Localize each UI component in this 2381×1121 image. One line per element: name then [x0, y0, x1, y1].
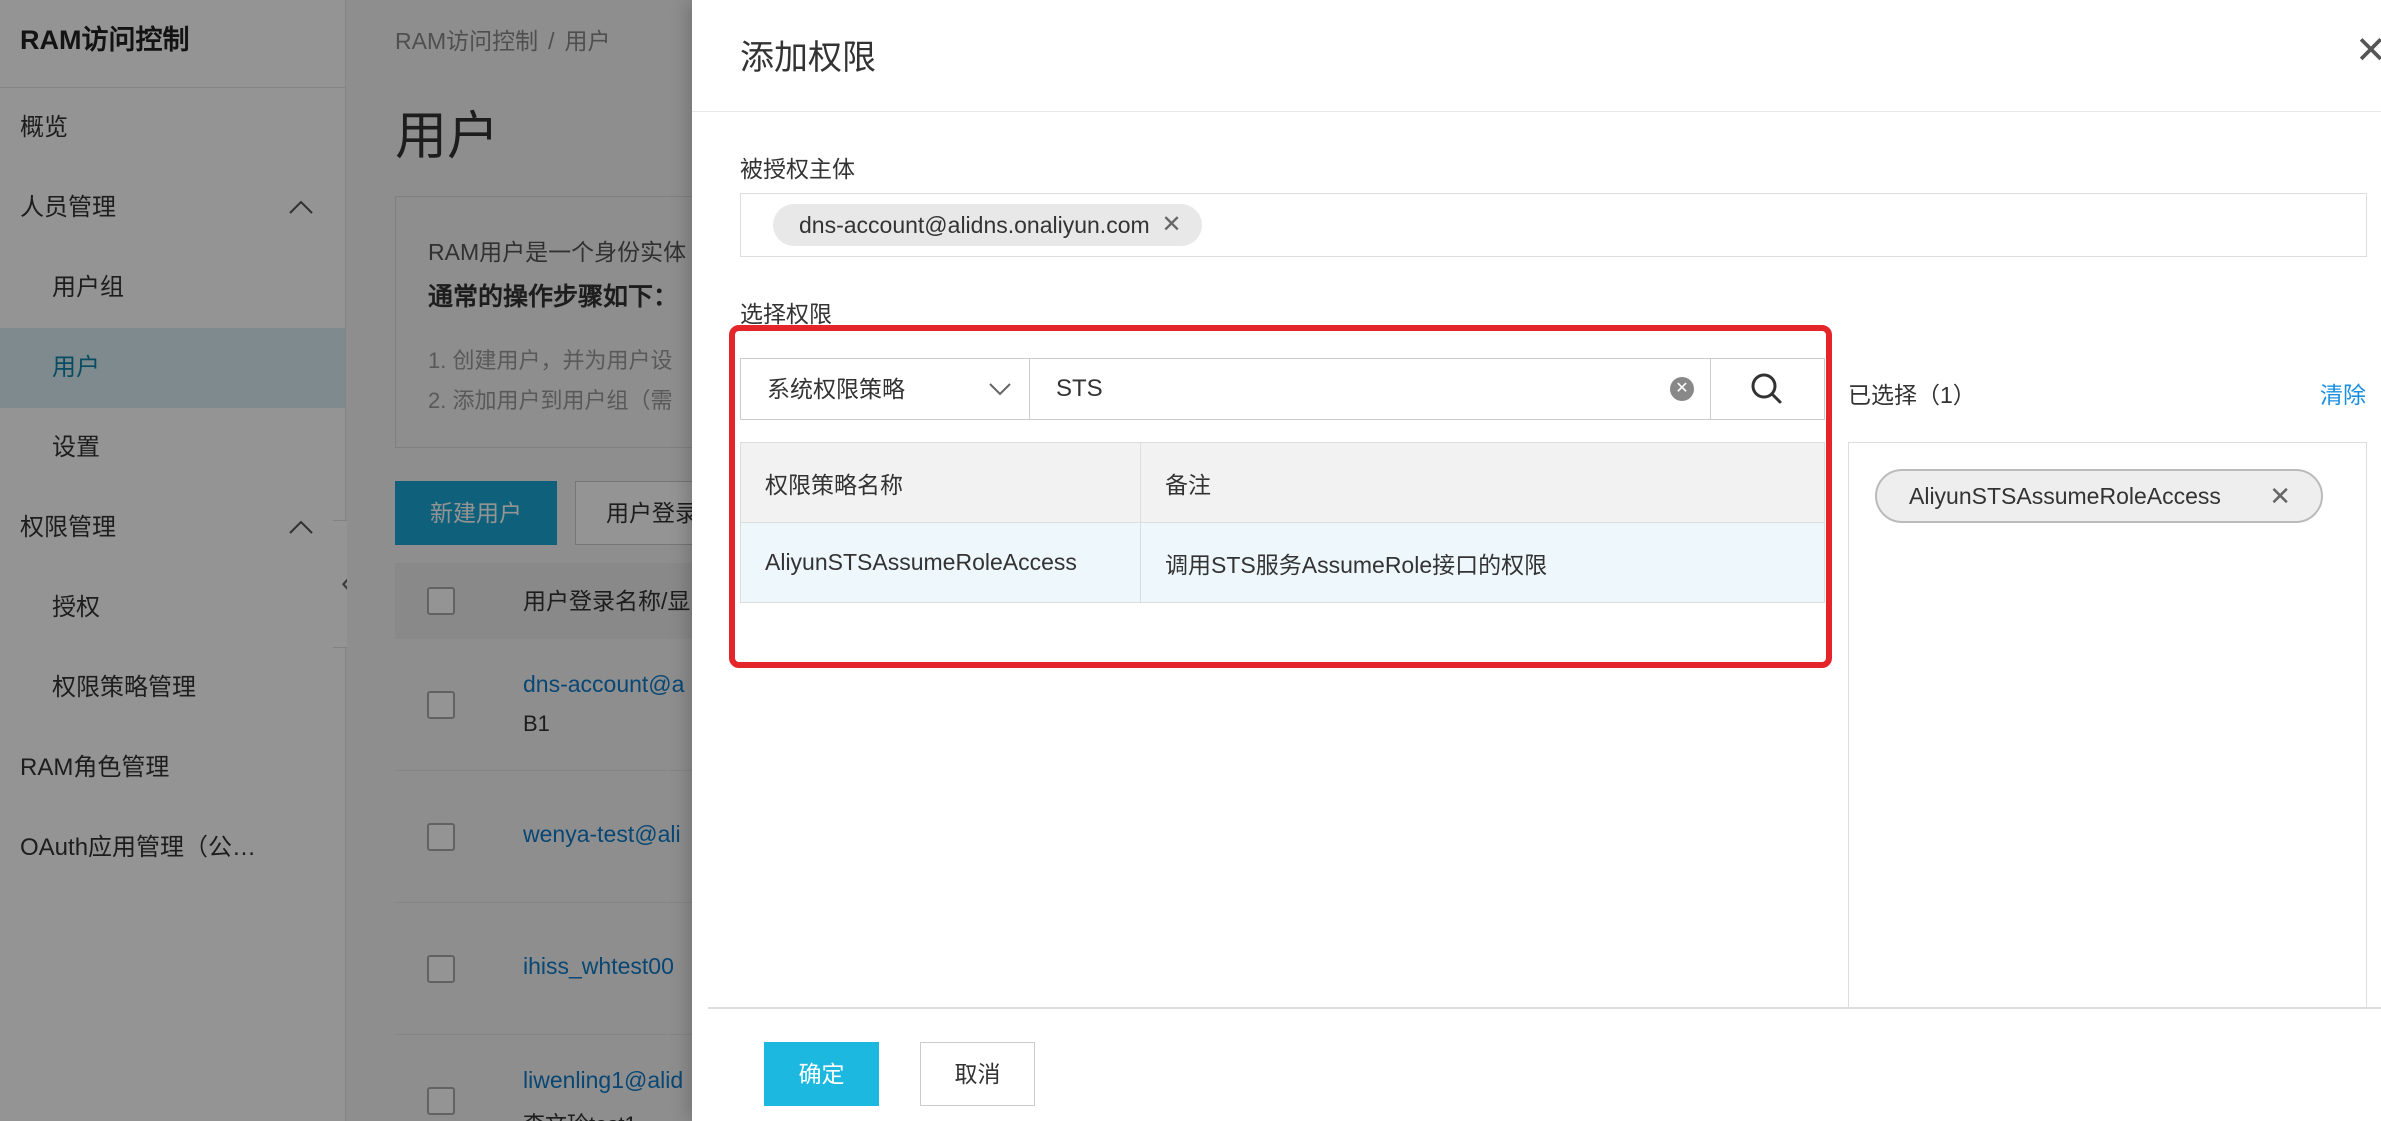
- clear-selected-link[interactable]: 清除: [2320, 376, 2366, 410]
- policy-table-header-row: 权限策略名称 备注: [740, 442, 1825, 523]
- policy-name-cell[interactable]: AliyunSTSAssumeRoleAccess: [740, 522, 1141, 603]
- selected-policy-tag: AliyunSTSAssumeRoleAccess ✕: [1875, 469, 2323, 523]
- search-button[interactable]: [1711, 358, 1825, 420]
- add-permission-drawer: 添加权限 ✕ 被授权主体 dns-account@alidns.onaliyun…: [692, 0, 2381, 1121]
- search-icon: [1751, 373, 1782, 404]
- principal-label: 被授权主体: [740, 156, 855, 182]
- cancel-button[interactable]: 取消: [920, 1042, 1035, 1106]
- selected-panel: AliyunSTSAssumeRoleAccess ✕: [1848, 442, 2367, 1008]
- clear-search-icon[interactable]: ✕: [1670, 377, 1694, 401]
- selected-policy-label: AliyunSTSAssumeRoleAccess: [1909, 483, 2221, 509]
- policy-row[interactable]: AliyunSTSAssumeRoleAccess 调用STS服务AssumeR…: [740, 522, 1825, 603]
- select-permission-label: 选择权限: [740, 301, 832, 327]
- modal-overlay[interactable]: [0, 0, 692, 1121]
- selected-count-label: 已选择（1）: [1848, 382, 1976, 408]
- principal-tag: dns-account@alidns.onaliyun.com ✕: [773, 204, 1202, 246]
- chevron-down-icon: [987, 359, 1013, 441]
- drawer-title: 添加权限: [740, 39, 876, 77]
- policy-type-select[interactable]: 系统权限策略: [740, 358, 1030, 420]
- policy-note-cell: 调用STS服务AssumeRole接口的权限: [1140, 522, 1825, 603]
- close-icon[interactable]: ✕: [2355, 28, 2381, 73]
- policy-table: 权限策略名称 备注 AliyunSTSAssumeRoleAccess 调用ST…: [740, 442, 1825, 603]
- principal-tag-label: dns-account@alidns.onaliyun.com: [799, 212, 1150, 238]
- policy-search-value: STS: [1056, 375, 1103, 402]
- policy-note-column-header: 备注: [1140, 442, 1825, 523]
- principal-field[interactable]: dns-account@alidns.onaliyun.com ✕: [740, 193, 2367, 257]
- policy-search-input[interactable]: STS ✕: [1030, 358, 1711, 420]
- remove-principal-icon[interactable]: ✕: [1162, 204, 1182, 246]
- drawer-footer: 确定 取消: [708, 1007, 2381, 1121]
- confirm-button[interactable]: 确定: [764, 1042, 879, 1106]
- drawer-header: 添加权限 ✕: [692, 0, 2381, 112]
- policy-name-column-header: 权限策略名称: [740, 442, 1141, 523]
- policy-type-value: 系统权限策略: [767, 376, 905, 402]
- remove-selected-icon[interactable]: ✕: [2269, 471, 2291, 521]
